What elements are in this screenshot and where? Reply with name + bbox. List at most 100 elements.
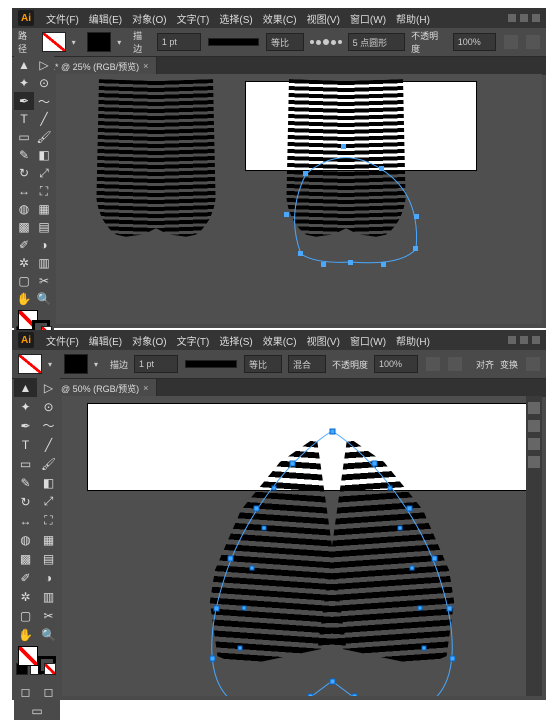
close-tab-icon[interactable]: × xyxy=(143,383,148,393)
panel-icon[interactable] xyxy=(528,420,540,432)
mesh-tool[interactable]: ▩ xyxy=(14,549,37,568)
isolate-icon[interactable] xyxy=(526,357,540,371)
artboard-tool[interactable]: ▢ xyxy=(14,272,34,290)
fill-swatch[interactable] xyxy=(18,354,42,374)
eyedropper-tool[interactable]: ✐ xyxy=(14,236,34,254)
blend-tool[interactable]: ◑ xyxy=(37,568,60,587)
width-profile-field[interactable]: 等比 xyxy=(266,33,304,51)
magic-wand-tool[interactable]: ✦ xyxy=(14,397,37,416)
lasso-tool[interactable]: ⊙ xyxy=(34,74,54,92)
stroke-swatch[interactable] xyxy=(64,354,88,374)
close-tab-icon[interactable]: × xyxy=(143,61,148,71)
pencil-tool[interactable]: ✎ xyxy=(14,146,34,164)
symbol-spray-tool[interactable]: ✲ xyxy=(14,587,37,606)
hand-tool[interactable]: ✋ xyxy=(14,290,34,308)
graphic-style-icon[interactable] xyxy=(504,35,518,49)
curvature-tool[interactable]: 〜 xyxy=(34,92,54,110)
mesh-tool[interactable]: ▩ xyxy=(14,218,34,236)
draw-mode-behind-icon[interactable]: ◻ xyxy=(37,682,60,701)
fill-color-none-icon[interactable] xyxy=(18,646,38,666)
column-graph-tool[interactable]: ▥ xyxy=(37,587,60,606)
direct-selection-tool[interactable]: ▷ xyxy=(34,56,54,74)
pen-tool[interactable]: ✒ xyxy=(14,416,37,435)
color-mode-none-icon[interactable] xyxy=(44,663,56,675)
selection-tool[interactable]: ▲ xyxy=(14,56,34,74)
fill-dropdown-icon[interactable] xyxy=(72,37,82,47)
menu-select[interactable]: 选择(S) xyxy=(215,331,256,350)
paintbrush-tool[interactable]: 🖌 xyxy=(34,128,54,146)
eraser-tool[interactable]: ◧ xyxy=(34,146,54,164)
menu-file[interactable]: 文件(F) xyxy=(42,331,83,350)
menu-help[interactable]: 帮助(H) xyxy=(392,331,434,350)
draw-mode-normal-icon[interactable]: ◻ xyxy=(14,682,37,701)
perspective-tool[interactable]: ▦ xyxy=(37,530,60,549)
width-tool[interactable]: ↔ xyxy=(14,182,34,200)
graphic-style-icon[interactable] xyxy=(426,357,440,371)
menu-type[interactable]: 文字(T) xyxy=(173,331,214,350)
opacity-field[interactable]: 100% xyxy=(453,33,497,51)
artwork-feather-selected[interactable] xyxy=(172,426,492,696)
line-tool[interactable]: ╱ xyxy=(34,110,54,128)
stroke-swatch[interactable] xyxy=(87,32,111,52)
scale-tool[interactable]: ⤢ xyxy=(37,492,60,511)
pen-tool[interactable]: ✒ xyxy=(14,92,34,110)
gradient-tool[interactable]: ▤ xyxy=(37,549,60,568)
symbol-spray-tool[interactable]: ✲ xyxy=(14,254,34,272)
menu-object[interactable]: 对象(O) xyxy=(128,331,170,350)
shape-builder-tool[interactable]: ◍ xyxy=(14,530,37,549)
menu-file[interactable]: 文件(F) xyxy=(42,9,83,28)
menu-window[interactable]: 窗口(W) xyxy=(346,9,390,28)
brush-preview-icon[interactable] xyxy=(310,39,342,45)
rectangle-tool[interactable]: ▭ xyxy=(14,454,37,473)
align-label[interactable]: 对齐 xyxy=(476,358,494,371)
style-field[interactable]: 混合 xyxy=(288,355,326,373)
gradient-tool[interactable]: ▤ xyxy=(34,218,54,236)
scale-tool[interactable]: ⤢ xyxy=(34,164,54,182)
canvas-area[interactable] xyxy=(56,74,542,324)
fill-swatch[interactable] xyxy=(42,32,66,52)
width-tool[interactable]: ↔ xyxy=(14,511,37,530)
menu-effect[interactable]: 效果(C) xyxy=(259,9,301,28)
screen-mode-icon[interactable]: ▭ xyxy=(14,701,60,720)
opacity-field[interactable]: 100% xyxy=(374,355,418,373)
selection-tool[interactable]: ▲ xyxy=(14,378,37,397)
artboard-tool[interactable]: ▢ xyxy=(14,606,37,625)
stroke-weight-field[interactable]: 1 pt xyxy=(157,33,201,51)
paintbrush-tool[interactable]: 🖌 xyxy=(37,454,60,473)
column-graph-tool[interactable]: ▥ xyxy=(34,254,54,272)
zoom-tool[interactable]: 🔍 xyxy=(37,625,60,644)
workspace-layout-icons[interactable] xyxy=(508,14,540,22)
rotate-tool[interactable]: ↻ xyxy=(14,164,34,182)
type-tool[interactable]: T xyxy=(14,110,34,128)
menu-edit[interactable]: 编辑(E) xyxy=(85,9,126,28)
rectangle-tool[interactable]: ▭ xyxy=(14,128,34,146)
stroke-dropdown-icon[interactable] xyxy=(94,359,104,369)
menu-window[interactable]: 窗口(W) xyxy=(346,331,390,350)
workspace-layout-icons[interactable] xyxy=(508,336,540,344)
menu-view[interactable]: 视图(V) xyxy=(303,9,344,28)
free-transform-tool[interactable]: ⛶ xyxy=(34,182,54,200)
panel-icon[interactable] xyxy=(528,456,540,468)
direct-selection-tool[interactable]: ▷ xyxy=(37,378,60,397)
rotate-tool[interactable]: ↻ xyxy=(14,492,37,511)
zoom-tool[interactable]: 🔍 xyxy=(34,290,54,308)
recolor-icon[interactable] xyxy=(448,357,462,371)
stroke-dropdown-icon[interactable] xyxy=(117,37,127,47)
collapsed-panel-strip[interactable] xyxy=(526,396,542,696)
menu-effect[interactable]: 效果(C) xyxy=(259,331,301,350)
width-profile-preview[interactable] xyxy=(209,39,258,45)
width-profile-preview[interactable] xyxy=(186,361,236,367)
panel-icon[interactable] xyxy=(528,438,540,450)
fill-dropdown-icon[interactable] xyxy=(48,359,58,369)
canvas-area[interactable] xyxy=(62,396,542,696)
menu-edit[interactable]: 编辑(E) xyxy=(85,331,126,350)
menu-object[interactable]: 对象(O) xyxy=(128,9,170,28)
menu-help[interactable]: 帮助(H) xyxy=(392,9,434,28)
pencil-tool[interactable]: ✎ xyxy=(14,473,37,492)
lasso-tool[interactable]: ⊙ xyxy=(37,397,60,416)
type-tool[interactable]: T xyxy=(14,435,37,454)
panel-icon[interactable] xyxy=(528,402,540,414)
menu-type[interactable]: 文字(T) xyxy=(173,9,214,28)
artwork-curtain-left[interactable] xyxy=(96,80,216,240)
menu-view[interactable]: 视图(V) xyxy=(303,331,344,350)
